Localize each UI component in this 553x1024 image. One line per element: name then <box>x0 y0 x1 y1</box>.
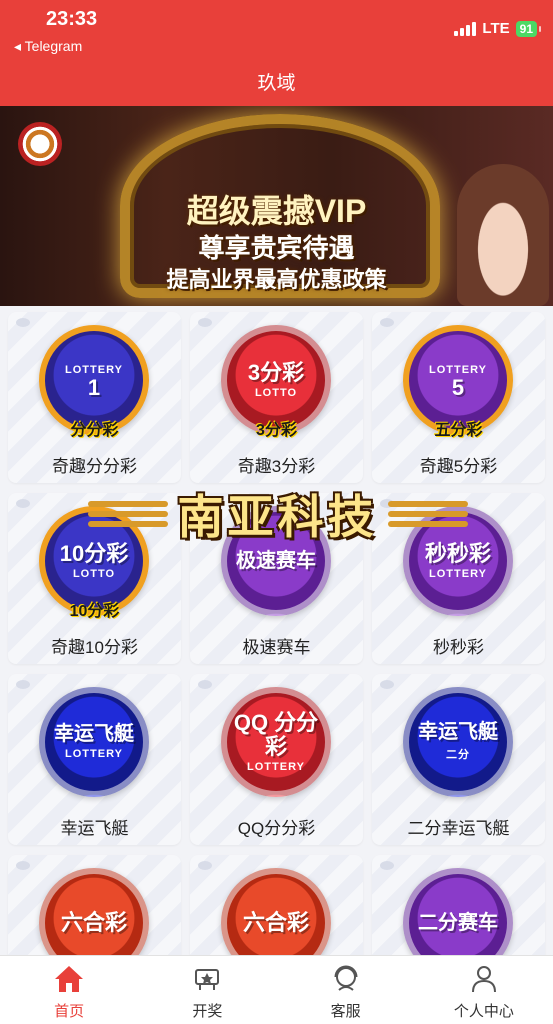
game-label: QQ分分彩 <box>237 819 316 838</box>
tab-draw-results[interactable]: 开奖 <box>138 956 276 1024</box>
game-card[interactable]: QQ 分分彩 LOTTERY QQ分分彩 <box>190 674 363 845</box>
game-card[interactable]: LOTTERY 5 五分彩 奇趣5分彩 <box>372 312 545 483</box>
game-logo-icon: QQ 分分彩 LOTTERY <box>221 687 331 797</box>
game-logo-icon: 幸运飞艇 二分 <box>403 687 513 797</box>
award-icon <box>195 969 220 990</box>
game-label: 幸运飞艇 <box>60 819 129 838</box>
tab-home[interactable]: 首页 <box>0 956 138 1024</box>
home-icon <box>55 966 84 992</box>
status-indicators: LTE 91 <box>454 20 542 37</box>
banner-pagination[interactable] <box>266 278 294 284</box>
game-logo-tag: 五分彩 <box>434 422 483 439</box>
game-label: 奇趣5分彩 <box>419 457 498 476</box>
banner-subline: 尊享贵宾待遇 <box>198 233 355 263</box>
game-label: 奇趣10分彩 <box>51 638 138 657</box>
back-to-telegram-link[interactable]: ◂ Telegram <box>14 38 82 55</box>
tab-label: 开奖 <box>192 1003 223 1020</box>
banner-headline: 超级震撼VIP <box>186 193 367 229</box>
poker-chip-icon <box>18 122 62 166</box>
service-icon <box>334 965 358 991</box>
game-logo-tag: 3分彩 <box>256 422 297 439</box>
page-title: 玖域 <box>257 73 296 94</box>
game-label: 极速赛车 <box>242 638 311 657</box>
game-card[interactable]: 3分彩 LOTTO 3分彩 奇趣3分彩 <box>190 312 363 483</box>
signal-icon <box>454 21 477 36</box>
tab-label: 首页 <box>54 1003 85 1020</box>
game-label: 奇趣3分彩 <box>237 457 316 476</box>
network-type: LTE <box>482 20 510 37</box>
user-icon <box>471 966 496 993</box>
game-logo-tag: 分分彩 <box>70 422 119 439</box>
tab-customer-service[interactable]: 客服 <box>277 956 415 1024</box>
game-label: 二分幸运飞艇 <box>407 819 510 838</box>
watermark-logo: 南亚科技 <box>50 484 505 544</box>
top-bar: 23:33 ◂ Telegram LTE 91 玖域 <box>0 0 553 106</box>
game-card[interactable]: LOTTERY 1 分分彩 奇趣分分彩 <box>8 312 181 483</box>
game-logo-tag: 10分彩 <box>69 603 120 620</box>
status-time: 23:33 <box>46 8 98 30</box>
game-logo-icon: 幸运飞艇 LOTTERY <box>39 687 149 797</box>
battery-icon: 91 <box>515 20 542 37</box>
game-grid: LOTTERY 1 分分彩 奇趣分分彩 3分彩 LOTTO 3分彩 奇趣3分彩 … <box>8 312 546 1024</box>
game-card[interactable]: 幸运飞艇 二分 二分幸运飞艇 <box>372 674 545 845</box>
promo-banner[interactable]: 超级震撼VIP 尊享贵宾待遇 提高业界最高优惠政策 <box>0 106 553 306</box>
game-label: 奇趣分分彩 <box>52 457 137 476</box>
bottom-tab-bar: 首页 开奖 客服 个人中心 <box>0 955 553 1024</box>
game-label: 秒秒彩 <box>433 638 484 657</box>
game-card[interactable]: 幸运飞艇 LOTTERY 幸运飞艇 <box>8 674 181 845</box>
watermark-text: 南亚科技 <box>177 491 378 543</box>
tab-label: 客服 <box>330 1003 361 1020</box>
tab-label: 个人中心 <box>453 1003 514 1020</box>
tab-profile[interactable]: 个人中心 <box>415 956 553 1024</box>
